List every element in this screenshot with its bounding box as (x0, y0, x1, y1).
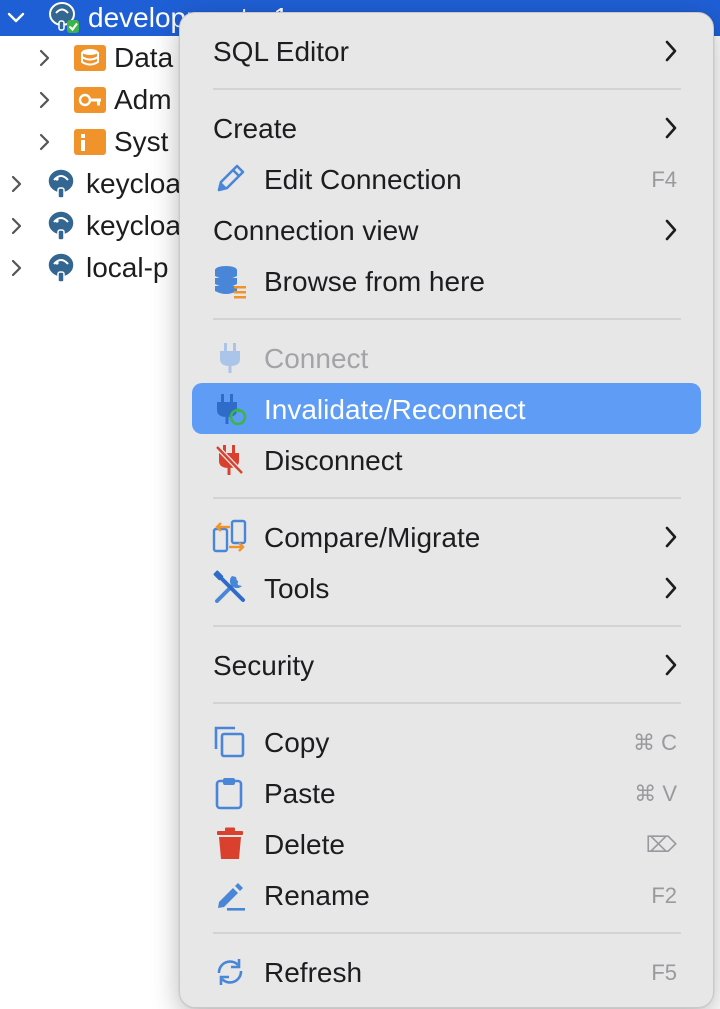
menu-item-browse-from-here[interactable]: Browse from here (192, 255, 701, 306)
submenu-chevron-icon (665, 40, 677, 62)
menu-item-label: Create (213, 113, 298, 144)
tree-node-label: local-p (86, 252, 169, 283)
tree-node-label: Syst (114, 126, 169, 157)
menu-item-label: Security (213, 650, 315, 681)
tools-icon (212, 570, 248, 606)
submenu-chevron-icon (665, 117, 677, 139)
database-browse-icon (212, 263, 248, 299)
menu-item-shortcut: ⌘ V (634, 781, 677, 806)
menu-item-disconnect[interactable]: Disconnect (192, 434, 701, 485)
menu-item-label: Rename (264, 880, 370, 911)
compare-icon (212, 519, 248, 555)
menu-item-delete[interactable]: Delete ⌦ (192, 818, 701, 869)
menu-item-tools[interactable]: Tools (192, 562, 701, 613)
pencil-icon (212, 161, 248, 197)
chevron-right-icon[interactable] (2, 170, 30, 198)
tree-node-label: Data (114, 42, 174, 73)
menu-item-label: Disconnect (264, 445, 403, 476)
menu-item-label: Compare/Migrate (264, 522, 481, 553)
menu-item-paste[interactable]: Paste ⌘ V (192, 767, 701, 818)
menu-separator (213, 497, 681, 499)
reconnect-plug-icon (212, 391, 248, 427)
menu-item-compare-migrate[interactable]: Compare/Migrate (192, 511, 701, 562)
menu-item-label: Refresh (264, 957, 363, 988)
tree-node-label: Adm (114, 84, 172, 115)
postgres-icon (44, 208, 80, 244)
menu-separator (213, 932, 681, 934)
chevron-right-icon[interactable] (30, 128, 58, 156)
menu-item-label: Connection view (213, 215, 419, 246)
menu-item-connect: Connect (192, 332, 701, 383)
database-folder-icon (72, 40, 108, 76)
menu-item-label: Invalidate/Reconnect (264, 394, 526, 425)
menu-item-shortcut: F4 (651, 167, 677, 192)
menu-item-shortcut: F2 (651, 883, 677, 908)
copy-icon (212, 724, 248, 760)
submenu-chevron-icon (665, 526, 677, 548)
paste-icon (212, 775, 248, 811)
menu-item-shortcut: F5 (651, 960, 677, 985)
chevron-down-icon[interactable] (2, 4, 30, 32)
chevron-right-icon[interactable] (2, 212, 30, 240)
menu-item-label: Delete (264, 829, 345, 860)
system-info-folder-icon (72, 124, 108, 160)
plug-icon (212, 340, 248, 376)
chevron-right-icon[interactable] (30, 86, 58, 114)
menu-separator (213, 625, 681, 627)
trash-icon (212, 826, 248, 862)
menu-item-connection-view[interactable]: Connection view (192, 204, 701, 255)
menu-item-label: Browse from here (264, 266, 485, 297)
menu-item-edit-connection[interactable]: Edit Connection F4 (192, 153, 701, 204)
tree-node-label: keycloa (86, 168, 181, 199)
tree-node-label: keycloa (86, 210, 181, 241)
menu-item-security[interactable]: Security (192, 639, 701, 690)
disconnect-plug-icon (212, 442, 248, 478)
submenu-chevron-icon (665, 577, 677, 599)
menu-separator (213, 88, 681, 90)
menu-item-label: Edit Connection (264, 164, 462, 195)
submenu-chevron-icon (665, 654, 677, 676)
chevron-right-icon[interactable] (2, 254, 30, 282)
menu-item-shortcut: ⌘ C (633, 730, 677, 755)
rename-pencil-icon (212, 877, 248, 913)
menu-item-invalidate-reconnect[interactable]: Invalidate/Reconnect (192, 383, 701, 434)
menu-item-label: Tools (264, 573, 330, 604)
menu-item-copy[interactable]: Copy ⌘ C (192, 716, 701, 767)
postgres-icon (44, 250, 80, 286)
menu-separator (213, 318, 681, 320)
postgres-connected-icon (46, 0, 82, 36)
menu-separator (213, 702, 681, 704)
menu-item-create[interactable]: Create (192, 102, 701, 153)
menu-item-shortcut: ⌦ (645, 832, 677, 857)
refresh-icon (212, 954, 248, 990)
submenu-chevron-icon (665, 219, 677, 241)
context-menu: SQL Editor Create Edit Connection F4 Con… (179, 12, 714, 1008)
admin-folder-icon (72, 82, 108, 118)
postgres-icon (44, 166, 80, 202)
menu-item-label: Paste (264, 778, 336, 809)
menu-item-label: SQL Editor (213, 36, 349, 67)
menu-item-label: Connect (264, 343, 369, 374)
menu-item-rename[interactable]: Rename F2 (192, 869, 701, 920)
chevron-right-icon[interactable] (30, 44, 58, 72)
menu-item-label: Copy (264, 727, 330, 758)
menu-item-sql-editor[interactable]: SQL Editor (192, 25, 701, 76)
menu-item-refresh[interactable]: Refresh F5 (192, 946, 701, 997)
